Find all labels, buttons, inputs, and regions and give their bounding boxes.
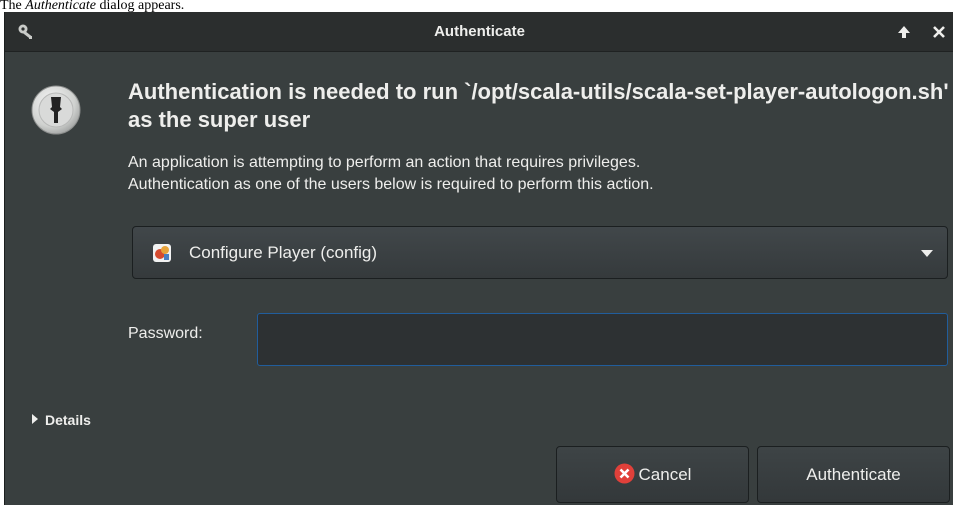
authenticate-dialog: Authenticate Authentication is needed to… [4, 12, 953, 505]
user-select-dropdown[interactable]: Configure Player (config) [132, 226, 948, 279]
password-label: Password: [128, 325, 203, 342]
details-expander[interactable]: Details [32, 412, 91, 430]
message-line-1: An application is attempting to perform … [128, 154, 641, 171]
details-label: Details [45, 412, 91, 428]
up-arrow-icon[interactable] [892, 20, 916, 44]
cancel-label: Cancel [638, 465, 692, 484]
user-icon [153, 244, 171, 262]
window-title: Authenticate [434, 23, 525, 40]
authenticate-button[interactable]: Authenticate [757, 446, 950, 503]
disclosure-triangle-icon [32, 414, 38, 424]
password-keyhole-icon [31, 85, 81, 135]
close-icon[interactable] [927, 20, 951, 44]
cancel-icon [614, 463, 635, 484]
user-select-label: Configure Player (config) [189, 243, 378, 262]
chevron-down-icon [921, 250, 933, 257]
dialog-heading: Authentication is needed to run `/opt/sc… [128, 79, 949, 132]
cancel-button[interactable]: Cancel [556, 446, 749, 503]
message-line-2: Authentication as one of the users below… [128, 176, 654, 193]
dialog-message: An application is attempting to perform … [128, 152, 948, 196]
password-input[interactable] [257, 313, 948, 366]
title-bar[interactable]: Authenticate [5, 12, 953, 52]
